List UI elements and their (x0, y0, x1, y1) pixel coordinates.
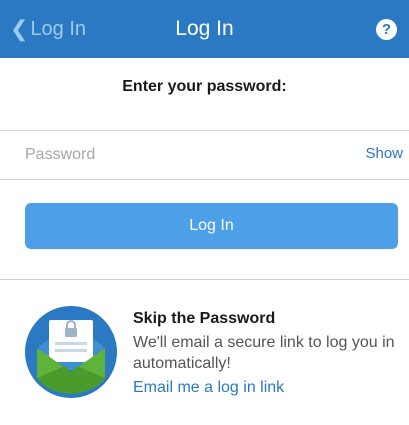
password-input[interactable] (25, 141, 325, 169)
divider (0, 179, 409, 180)
question-circle-icon[interactable]: ? (376, 19, 397, 40)
password-prompt: Enter your password: (122, 78, 287, 95)
skip-password-title: Skip the Password (133, 310, 276, 327)
page-title: Log In (175, 17, 234, 40)
password-row: Show (0, 131, 409, 179)
envelope-lock-icon (25, 306, 117, 398)
show-password-button[interactable]: Show (365, 145, 403, 162)
divider (0, 279, 409, 280)
navbar: ❮ Log In Log In ? (0, 0, 409, 58)
skip-password-description: We'll email a secure link to log you in … (133, 334, 395, 372)
login-button[interactable]: Log In (25, 203, 398, 249)
login-button-label: Log In (189, 217, 234, 234)
email-login-link[interactable]: Email me a log in link (133, 379, 284, 397)
